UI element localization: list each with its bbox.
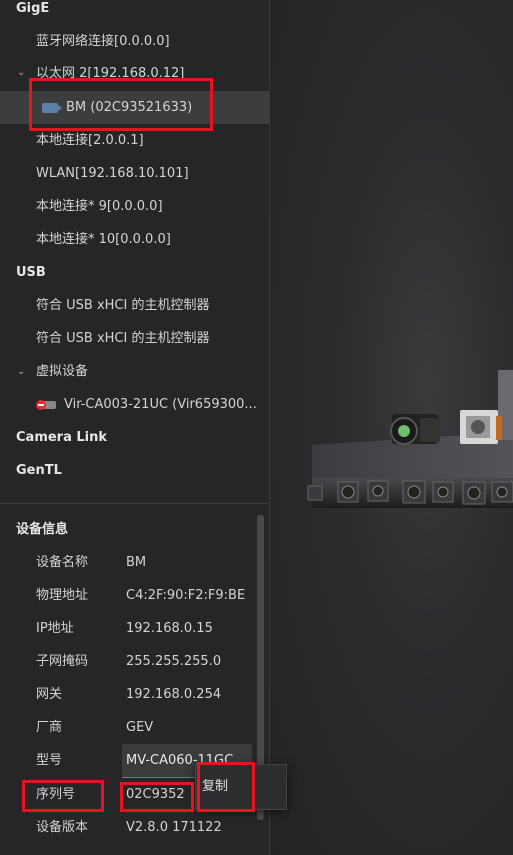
prop-row-vendor: 厂商 GEV	[0, 711, 269, 744]
device-info-header[interactable]: ⌄ 设备信息	[0, 513, 269, 546]
tree-item-virtual-devices[interactable]: 虚拟设备	[36, 355, 88, 388]
highlight-box-serial-label	[22, 780, 104, 812]
category-usb[interactable]: USB	[16, 256, 285, 289]
category-camera-link[interactable]: Camera Link	[16, 421, 285, 454]
prop-row-gateway: 网关 192.168.0.254	[0, 678, 269, 711]
prop-row-device-version: 设备版本 V2.8.0 171122	[0, 811, 269, 844]
prop-row-device-name: 设备名称 BM	[0, 546, 269, 579]
tree-item-vir-camera[interactable]: Vir-CA003-21UC (Vir659300...	[0, 388, 269, 421]
prop-label: 子网掩码	[36, 654, 89, 669]
tree-item-usb-host-2[interactable]: 符合 USB xHCI 的主机控制器	[36, 322, 305, 355]
prop-row-ip: IP地址 192.168.0.15	[0, 612, 269, 645]
highlight-box-camera	[29, 78, 213, 131]
prop-label: 物理地址	[36, 588, 89, 603]
tree-item-usb-host-1[interactable]: 符合 USB xHCI 的主机控制器	[36, 289, 305, 322]
prop-label: 设备版本	[36, 820, 89, 835]
prop-label: IP地址	[36, 621, 74, 636]
prop-row-mac: 物理地址 C4:2F:90:F2:F9:BE	[0, 579, 269, 612]
prop-value: 192.168.0.254	[126, 687, 222, 702]
prop-row-clipped	[0, 844, 269, 855]
divider	[0, 503, 269, 504]
prop-value: 192.168.0.15	[126, 621, 213, 636]
tree-item-local-conn-9[interactable]: 本地连接* 9[0.0.0.0]	[36, 190, 305, 223]
tree-item-wlan[interactable]: WLAN[192.168.10.101]	[36, 157, 305, 190]
prop-value: C4:2F:90:F2:F9:BE	[126, 588, 246, 603]
prop-label: 型号	[36, 753, 63, 768]
prop-value: GEV	[126, 720, 154, 735]
tree-item-bluetooth[interactable]: 蓝牙网络连接[0.0.0.0]	[36, 25, 305, 58]
device-info-title: 设备信息	[16, 522, 69, 537]
tree-item-virtual-devices-row[interactable]: ⌄ 虚拟设备	[0, 355, 269, 388]
tree-item-local-conn-10[interactable]: 本地连接* 10[0.0.0.0]	[36, 223, 305, 256]
product-showcase-graphic	[307, 370, 513, 508]
prop-label: 网关	[36, 687, 63, 702]
prop-value: 255.255.255.0	[126, 654, 222, 669]
chevron-down-icon[interactable]: ⌄	[17, 58, 25, 82]
prop-label: 设备名称	[36, 555, 89, 570]
prop-value: V2.8.0 171122	[126, 820, 222, 835]
prop-label: 厂商	[36, 720, 63, 735]
vir-camera-label: Vir-CA003-21UC (Vir659300...	[64, 397, 257, 412]
highlight-box-copy	[197, 762, 255, 812]
camera-preview-area	[270, 0, 513, 855]
prop-value: BM	[126, 555, 147, 570]
chevron-down-icon[interactable]: ⌄	[17, 355, 25, 388]
virtual-camera-error-icon	[36, 399, 56, 410]
prop-row-subnet: 子网掩码 255.255.255.0	[0, 645, 269, 678]
category-gentl[interactable]: GenTL	[16, 454, 285, 487]
category-gige[interactable]: GigE	[16, 0, 285, 25]
highlight-box-serial-value	[120, 782, 194, 812]
